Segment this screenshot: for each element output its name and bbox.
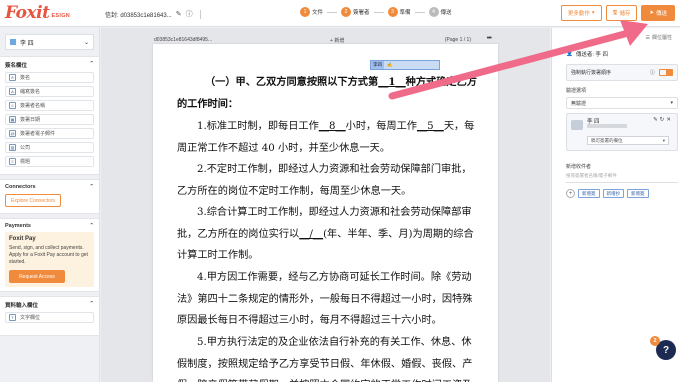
add-signer-button[interactable]: 新增簽 <box>578 189 600 198</box>
verify-label: 驗證選項 <box>566 88 587 94</box>
signature-icon: ✍ <box>9 74 16 81</box>
paragraph: 4.甲方因工作需要，经与乙方协商可延长工作时间。除《劳动法》第四十二条规定的情形… <box>177 272 473 326</box>
more-actions-button[interactable]: 更多動作 ▾ <box>560 5 602 21</box>
date-icon: ▦ <box>9 116 16 123</box>
section-header[interactable]: 簽名欄位 ⌃ <box>5 61 94 69</box>
paragraph: （一）甲、乙双方同意按照以下方式第__1__种方式确定乙方的工作时间： <box>177 76 477 110</box>
signature-fields-section: 簽名欄位 ⌃ ✍ 簽名 A 縮寫簽名 ☺ 簽署者名稱 ▦ 簽署日期 @ 簽署者電子郵件 ▥… <box>0 56 99 175</box>
paragraph: 2.不定时工作制，即经过人力资源和社会劳动保障部门审批，乙方所在的岗位不定时工作… <box>177 164 472 197</box>
user-icon: 👤 <box>566 51 573 57</box>
explore-connectors-button[interactable]: Explore Connectors <box>5 194 61 207</box>
chevron-up-icon: ⌃ <box>89 223 94 229</box>
field-signature[interactable]: ✍ 簽名 <box>5 72 94 83</box>
add-recipient-input[interactable]: 搜尋簽署者名稱/電子郵件 <box>566 173 678 183</box>
top-bar: Foxit ESIGN 信封: d03853c1e81643... ✎ ⓘ 1 … <box>0 0 680 27</box>
field-text[interactable]: T 文字欄位 <box>5 312 94 323</box>
signer-color-icon <box>10 39 16 45</box>
page-indicator: (Page 1 / 1) <box>444 37 471 43</box>
step-signers[interactable]: 2 簽署者 <box>341 7 370 17</box>
notification-badge: 2 <box>650 336 660 346</box>
question-icon: ? <box>662 344 670 356</box>
save-icon: 🖫 <box>612 9 618 16</box>
step-send[interactable]: 4 傳送 <box>428 7 452 17</box>
document-page: 李四 ✍ （一）甲、乙双方同意按照以下方式第__1__种方式确定乙方的工作时间：… <box>153 44 498 382</box>
chevron-down-icon: ▾ <box>670 100 673 106</box>
add-recipient-label: 新增收件者 <box>566 164 592 170</box>
chevron-up-icon: ⌃ <box>89 301 94 307</box>
signer-tag: 李四 <box>371 61 384 69</box>
signing-order-toggle-row: 強制執行簽署順序 ⓘ <box>566 64 678 81</box>
field-signer-email[interactable]: @ 簽署者電子郵件 <box>5 128 94 139</box>
section-header[interactable]: 資料輸入欄位 ⌃ <box>5 301 94 309</box>
envelope-name: 信封: d03853c1e81643... ✎ ⓘ <box>105 9 204 19</box>
plus-icon[interactable]: + <box>566 189 575 198</box>
foxit-pay-card: Foxit Pay Send, sign, and collect paymen… <box>5 232 94 287</box>
field-title[interactable]: ≡ 標題 <box>5 156 94 167</box>
info-icon: ⓘ <box>649 70 655 76</box>
info-icon[interactable]: ⓘ <box>186 9 193 19</box>
section-header[interactable]: Connectors ⌃ <box>5 184 94 190</box>
signer-select[interactable]: 李 四 ⌄ <box>5 34 94 50</box>
chevron-down-icon: ⌄ <box>83 39 89 46</box>
signing-order-toggle[interactable] <box>659 69 673 76</box>
properties-icon: ☰ <box>645 34 650 41</box>
add-signer-button-2[interactable]: 新增簽 <box>627 189 649 198</box>
close-icon[interactable]: ✕ <box>666 117 673 123</box>
title-icon: ≡ <box>9 158 16 165</box>
section-header[interactable]: Payments ⌃ <box>5 223 94 229</box>
signer-card[interactable]: 李 四 ✎↻✕ 稿可簽署的欄位 ▾ <box>566 113 678 151</box>
divider <box>199 9 201 19</box>
send-button[interactable]: ➤ 傳送 <box>641 5 675 21</box>
step-indicator: 1 文件 2 簽署者 3 準備 4 傳送 <box>300 7 452 17</box>
right-panel: ☰ 欄位屬性 👤 傳送者: 李 四 強制執行簽署順序 ⓘ 驗證選項 無驗證 ▾ … <box>551 28 680 382</box>
chevron-down-icon: ▾ <box>591 10 595 16</box>
data-fields-section: 資料輸入欄位 ⌃ T 文字欄位 <box>0 296 99 336</box>
text-field-icon: T <box>9 314 16 321</box>
field-sign-date[interactable]: ▦ 簽署日期 <box>5 114 94 125</box>
add-cc-button[interactable]: 新增抄 <box>602 189 624 198</box>
send-icon: ➤ <box>649 10 654 16</box>
name-icon: ☺ <box>9 102 16 109</box>
payments-section: Payments ⌃ Foxit Pay Send, sign, and col… <box>0 218 99 292</box>
left-panel: 李 四 ⌄ 簽名欄位 ⌃ ✍ 簽名 A 縮寫簽名 ☺ 簽署者名稱 ▦ 簽署日期 @ 簽署者… <box>0 28 100 382</box>
add-buttons: + 新增簽 新增抄 新增簽 <box>566 189 678 198</box>
edit-icon[interactable]: ✎ <box>653 117 660 123</box>
request-access-button[interactable]: Request Access <box>9 270 65 283</box>
document-id: d03853c1e81643df8495... <box>154 37 213 43</box>
chevron-down-icon: ▾ <box>662 137 665 143</box>
foxit-logo: Foxit ESIGN <box>5 3 71 23</box>
avatar <box>571 120 583 130</box>
step-files[interactable]: 1 文件 <box>300 7 323 17</box>
pencil-icon[interactable]: ✎ <box>176 10 182 18</box>
field-initials[interactable]: A 縮寫簽名 <box>5 86 94 97</box>
step-prepare[interactable]: 3 準備 <box>387 7 411 17</box>
chevron-up-icon: ⌃ <box>89 184 94 190</box>
field-signer-name[interactable]: ☺ 簽署者名稱 <box>5 100 94 111</box>
field-company[interactable]: ▥ 公司 <box>5 142 94 153</box>
document-canvas: d03853c1e81643df8495... + 新增 (Page 1 / 1… <box>101 28 550 382</box>
more-options-icon[interactable]: ••• <box>487 35 492 42</box>
field-properties-tab[interactable]: ☰ 欄位屬性 <box>645 34 673 42</box>
placed-signature-field[interactable]: 李四 ✍ <box>370 60 440 70</box>
connectors-section: Connectors ⌃ Explore Connectors <box>0 179 99 214</box>
company-icon: ▥ <box>9 144 16 151</box>
card-actions: ✎↻✕ <box>653 117 673 123</box>
signature-icon: ✍ <box>387 62 393 68</box>
email-icon: @ <box>9 130 16 137</box>
save-button[interactable]: 🖫 儲存 <box>605 5 638 21</box>
verify-select[interactable]: 無驗證 ▾ <box>566 97 678 109</box>
envelope-title: 信封: d03853c1e81643... <box>105 12 172 19</box>
add-page-button[interactable]: + 新增 <box>330 37 344 44</box>
signer-email-redacted <box>587 124 627 128</box>
paragraph: 3.综合计算工时工作制，即经过人力资源和社会劳动保障部审批，乙方所在的岗位实行以… <box>177 207 474 261</box>
help-button[interactable]: 2 ? <box>650 336 676 360</box>
initials-icon: A <box>9 88 16 95</box>
chevron-up-icon: ⌃ <box>89 61 94 67</box>
paragraph: 5.甲方执行法定的及企业依法自行补充的有关工作、休息、休假制度，按照规定给予乙方… <box>177 337 473 382</box>
paragraph: 1.标准工时制，即每日工作__8__小时，每周工作__5__天，每周正常工作不超… <box>177 121 475 154</box>
sender-row: 👤 傳送者: 李 四 <box>566 51 608 58</box>
card-role-select[interactable]: 稿可簽署的欄位 ▾ <box>587 136 669 145</box>
